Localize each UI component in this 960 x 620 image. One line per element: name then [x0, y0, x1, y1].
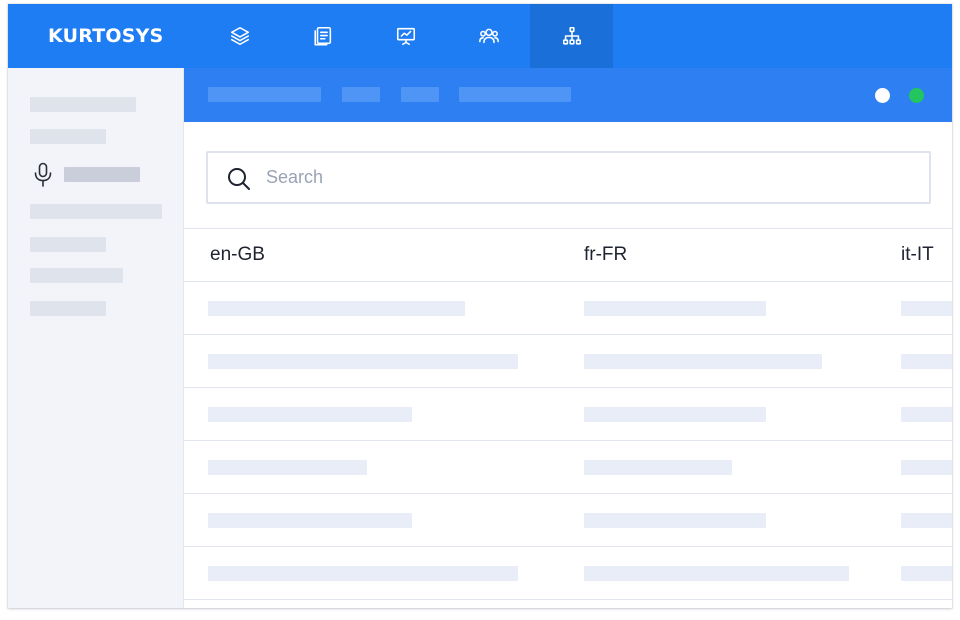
cell-placeholder [901, 460, 952, 475]
search-icon [228, 168, 250, 190]
cell-placeholder [901, 301, 952, 316]
cell-placeholder [208, 513, 412, 528]
table-row[interactable] [184, 441, 952, 494]
column-header-it-it[interactable]: it-IT [901, 244, 934, 266]
breadcrumb-placeholder[interactable] [459, 87, 571, 102]
sidebar-item-placeholder[interactable] [30, 301, 106, 316]
translations-table: en-GB fr-FR it-IT [184, 228, 952, 608]
table-row[interactable] [184, 282, 952, 335]
sub-header [184, 68, 952, 122]
cell-placeholder [901, 407, 952, 422]
cell-placeholder [584, 566, 849, 581]
nav-item-users[interactable] [447, 4, 530, 68]
cell-placeholder [584, 301, 766, 316]
presentation-chart-icon [396, 27, 415, 46]
table-row[interactable] [184, 547, 952, 600]
sidebar-item-placeholder[interactable] [30, 237, 106, 252]
microphone-icon [34, 162, 52, 187]
breadcrumb-placeholder[interactable] [401, 87, 439, 102]
app-window: KURTOSYS Search en-GB fr-FR it-IT [8, 4, 952, 608]
sidebar-item-placeholder[interactable] [30, 97, 136, 112]
breadcrumb-placeholder[interactable] [208, 87, 321, 102]
nav-item-presentations[interactable] [364, 4, 447, 68]
cell-placeholder [584, 460, 732, 475]
cell-placeholder [208, 407, 412, 422]
cell-placeholder [208, 354, 518, 369]
table-row[interactable] [184, 335, 952, 388]
cell-placeholder [208, 566, 518, 581]
cell-placeholder [584, 407, 766, 422]
users-icon [478, 28, 499, 44]
status-dot-white [875, 88, 890, 103]
hierarchy-icon [562, 26, 581, 45]
cell-placeholder [584, 513, 766, 528]
nav-item-layers[interactable] [198, 4, 281, 68]
nav-item-hierarchy[interactable] [530, 4, 613, 68]
column-header-fr-fr[interactable]: fr-FR [584, 244, 627, 266]
search-input[interactable] [266, 161, 906, 194]
table-row[interactable] [184, 494, 952, 547]
sidebar-item-placeholder[interactable] [30, 204, 162, 219]
brand-logo[interactable]: KURTOSYS [48, 4, 163, 68]
column-header-en-gb[interactable]: en-GB [210, 244, 265, 266]
status-dot-green [909, 88, 924, 103]
nav-item-documents[interactable] [281, 4, 364, 68]
cell-placeholder [208, 301, 465, 316]
breadcrumb-placeholder[interactable] [342, 87, 380, 102]
cell-placeholder [584, 354, 822, 369]
sidebar-item-placeholder[interactable] [30, 129, 106, 144]
document-icon [313, 26, 331, 46]
layers-icon [230, 26, 249, 46]
cell-placeholder [901, 566, 952, 581]
sidebar-item-placeholder[interactable] [30, 268, 123, 283]
cell-placeholder [901, 513, 952, 528]
table-header: en-GB fr-FR it-IT [184, 229, 952, 282]
cell-placeholder [208, 460, 367, 475]
cell-placeholder [901, 354, 952, 369]
top-nav: KURTOSYS [8, 4, 952, 68]
table-row[interactable] [184, 388, 952, 441]
sidebar [8, 68, 184, 608]
search-box [206, 151, 931, 204]
sidebar-item-active[interactable] [64, 167, 140, 182]
